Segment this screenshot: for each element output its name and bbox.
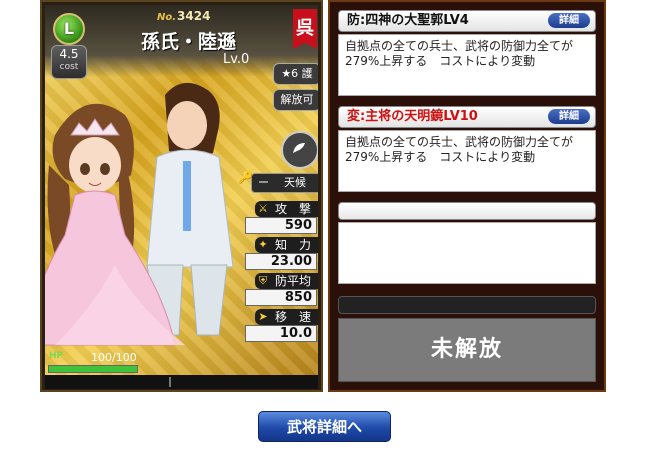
skill-detail-button[interactable]: 詳細	[548, 13, 590, 28]
guard-button[interactable]: ★6 護	[273, 63, 318, 85]
skill-panel: 防:四神の大聖郭LV4 詳細 自拠点の全ての兵士、武将の防御力全てが279%上昇…	[328, 0, 606, 392]
skill-detail-button[interactable]: 詳細	[548, 109, 590, 124]
rarity-badge: L	[53, 13, 85, 45]
cost-badge: 4.5 cost	[51, 45, 87, 79]
shield-icon: ⛨	[258, 274, 268, 287]
general-name: 孫氏・陸遜	[141, 31, 237, 53]
stat-defense: 防平均 ⛨ 850	[241, 273, 318, 307]
skill-name: 天候	[284, 176, 306, 189]
stat-value: 850	[245, 289, 317, 306]
general-level: Lv.0	[223, 52, 250, 67]
skill-icon	[281, 131, 318, 169]
hp-label: HP	[49, 351, 64, 361]
locked-skill-title	[338, 296, 596, 314]
empty-skill-body	[338, 222, 596, 284]
card-artwork: L 4.5 cost No.3424 孫氏・陸遜 Lv.0 呉 ★6 護 解放可…	[45, 5, 318, 375]
card-number-prefix: No.	[157, 12, 177, 23]
card-number-value: 3424	[177, 9, 211, 23]
skill-dash: ー	[258, 176, 269, 189]
skill-description: 自拠点の全ての兵士、武将の防御力全てが279%上昇する コストにより変動	[338, 130, 596, 192]
stat-speed: 移 速 ➤ 10.0	[241, 309, 318, 343]
key-icon: 🔑	[238, 170, 253, 184]
stat-value: 23.00	[245, 253, 317, 270]
release-button[interactable]: 解放可	[273, 89, 318, 111]
hp-bar-fill	[49, 366, 137, 372]
stat-value: 10.0	[245, 325, 317, 342]
boot-icon: ➤	[258, 310, 268, 323]
locked-skill-slot: 未解放	[338, 318, 596, 382]
empty-skill-title	[338, 202, 596, 220]
card-number: No.3424	[157, 9, 210, 23]
cost-value: 4.5	[59, 47, 79, 61]
hp-value: 100/100	[91, 351, 137, 364]
general-detail-button[interactable]: 武将詳細へ	[258, 411, 391, 442]
star-icon: ✦	[258, 238, 268, 251]
cost-label: cost	[59, 62, 79, 72]
stat-attack: 攻 撃 ⚔ 590	[241, 201, 318, 235]
sword-icon: ⚔	[258, 202, 268, 215]
hp-bar	[48, 365, 138, 373]
clan-banner: 呉	[293, 9, 317, 49]
general-card: L 4.5 cost No.3424 孫氏・陸遜 Lv.0 呉 ★6 護 解放可…	[40, 0, 323, 392]
stat-intelligence: 知 力 ✦ 23.00	[241, 237, 318, 271]
stat-value: 590	[245, 217, 317, 234]
skill-description: 自拠点の全ての兵士、武将の防御力全てが279%上昇する コストにより変動	[338, 34, 596, 96]
skill-bar: 🔑 ー 天候	[238, 170, 318, 193]
card-footer	[45, 375, 318, 389]
